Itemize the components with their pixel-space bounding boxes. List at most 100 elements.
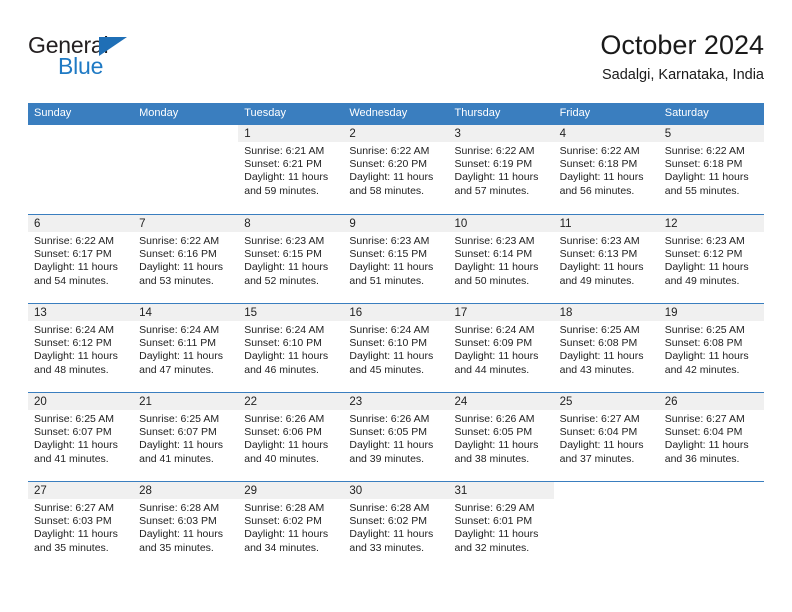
daylight-text-line2: and 49 minutes. [559,274,635,287]
sunrise-text: Sunrise: 6:27 AM [34,502,114,514]
sunset-text: Sunset: 6:10 PM [349,337,428,350]
calendar-day-cell[interactable]: 16 Sunrise: 6:24 AM Sunset: 6:10 PM Dayligh… [343,304,449,392]
calendar-day-cell[interactable]: 26 Sunrise: 6:27 AM Sunset: 6:04 PM Dayligh… [658,393,764,481]
calendar-week-row: 13 Sunrise: 6:24 AM Sunset: 6:12 PM Dayligh… [28,303,764,392]
daylight-text-line1: Daylight: 11 hours [559,439,644,452]
calendar-day-cell[interactable]: 21 Sunrise: 6:25 AM Sunset: 6:07 PM Dayligh… [133,393,239,481]
calendar-day-cell[interactable]: 10 Sunrise: 6:23 AM Sunset: 6:14 PM Dayligh… [448,215,554,303]
daylight-text-line2: and 53 minutes. [139,274,214,287]
weekday-header-monday: Monday [139,107,179,119]
calendar-day-cell[interactable]: 29 Sunrise: 6:28 AM Sunset: 6:02 PM Dayligh… [238,482,344,570]
day-details: Sunrise: 6:24 AM Sunset: 6:12 PM Daylight:… [28,321,133,377]
sunset-text: Sunset: 6:09 PM [454,337,533,350]
day-number: 9 [343,215,449,232]
daylight-text-line2: and 52 minutes. [244,274,319,287]
calendar-day-cell[interactable]: 5 Sunrise: 6:22 AM Sunset: 6:18 PM Daylight… [658,125,764,214]
daylight-text-line2: and 58 minutes. [349,184,425,197]
day-number [658,482,764,499]
calendar-day-cell[interactable]: 27 Sunrise: 6:27 AM Sunset: 6:03 PM Dayligh… [28,482,134,570]
calendar-day-cell[interactable]: 23 Sunrise: 6:26 AM Sunset: 6:05 PM Dayligh… [343,393,449,481]
sunrise-text: Sunrise: 6:23 AM [349,235,430,247]
calendar-day-cell[interactable]: 8 Sunrise: 6:23 AM Sunset: 6:15 PM Daylight… [238,215,344,303]
daylight-text-line1: Daylight: 11 hours [139,528,223,541]
sunset-text: Sunset: 6:17 PM [34,248,112,261]
day-number: 24 [448,393,554,410]
day-details: Sunrise: 6:23 AM Sunset: 6:14 PM Daylight:… [449,232,554,288]
title-block: October 2024 Sadalgi, Karnataka, India [600,28,764,85]
calendar-day-cell[interactable]: 31 Sunrise: 6:29 AM Sunset: 6:01 PM Dayligh… [448,482,554,570]
calendar-day-cell[interactable]: 9 Sunrise: 6:23 AM Sunset: 6:15 PM Daylight… [343,215,449,303]
day-details: Sunrise: 6:23 AM Sunset: 6:13 PM Daylight:… [554,232,659,288]
calendar-day-cell[interactable]: 3 Sunrise: 6:22 AM Sunset: 6:19 PM Daylight… [448,125,554,214]
daylight-text-line2: and 37 minutes. [559,452,635,465]
calendar-day-cell[interactable]: 1 Sunrise: 6:21 AM Sunset: 6:21 PM Daylight… [238,125,344,214]
sunrise-text: Sunrise: 6:22 AM [559,145,640,157]
calendar-day-cell[interactable]: 17 Sunrise: 6:24 AM Sunset: 6:09 PM Dayligh… [448,304,554,392]
daylight-text-line2: and 49 minutes. [664,274,740,287]
calendar-day-cell[interactable]: 19 Sunrise: 6:25 AM Sunset: 6:08 PM Dayligh… [658,304,764,392]
calendar-day-cell[interactable]: 22 Sunrise: 6:26 AM Sunset: 6:06 PM Dayligh… [238,393,344,481]
calendar-week-row: 1 Sunrise: 6:21 AM Sunset: 6:21 PM Daylight… [28,125,764,214]
sunrise-text: Sunrise: 6:22 AM [34,235,114,247]
weekday-header-friday: Friday [559,107,591,119]
day-details: Sunrise: 6:26 AM Sunset: 6:06 PM Daylight:… [238,410,343,466]
calendar-day-cell[interactable]: 24 Sunrise: 6:26 AM Sunset: 6:05 PM Dayligh… [448,393,554,481]
calendar-day-cell[interactable]: 6 Sunrise: 6:22 AM Sunset: 6:17 PM Daylight… [28,215,134,303]
day-details: Sunrise: 6:22 AM Sunset: 6:18 PM Daylight:… [659,142,764,198]
calendar-day-cell[interactable]: 20 Sunrise: 6:25 AM Sunset: 6:07 PM Dayligh… [28,393,134,481]
sunset-text: Sunset: 6:06 PM [244,426,322,439]
sunrise-text: Sunrise: 6:27 AM [664,413,745,425]
sunset-text: Sunset: 6:13 PM [559,248,638,261]
daylight-text-line2: and 47 minutes. [139,363,214,376]
day-number: 1 [238,125,344,142]
sunrise-text: Sunrise: 6:24 AM [349,324,430,336]
calendar-day-cell[interactable]: 12 Sunrise: 6:23 AM Sunset: 6:12 PM Dayligh… [658,215,764,303]
daylight-text-line2: and 45 minutes. [349,363,425,376]
daylight-text-line2: and 59 minutes. [244,184,319,197]
daylight-text-line1: Daylight: 11 hours [244,261,329,274]
calendar-day-cell[interactable]: 13 Sunrise: 6:24 AM Sunset: 6:12 PM Dayligh… [28,304,134,392]
weekday-header-tuesday: Tuesday [244,107,287,119]
calendar-day-cell[interactable]: 28 Sunrise: 6:28 AM Sunset: 6:03 PM Dayligh… [133,482,239,570]
calendar-day-cell-empty [133,125,239,214]
day-number: 4 [553,125,659,142]
weekday-header-sunday: Sunday [34,107,72,119]
day-number [28,125,134,142]
daylight-text-line1: Daylight: 11 hours [664,171,749,184]
sunset-text: Sunset: 6:05 PM [454,426,533,439]
sunrise-text: Sunrise: 6:25 AM [139,413,220,425]
daylight-text-line1: Daylight: 11 hours [139,261,223,274]
sunrise-text: Sunrise: 6:25 AM [559,324,640,336]
calendar-day-cell[interactable]: 30 Sunrise: 6:28 AM Sunset: 6:02 PM Dayligh… [343,482,449,570]
sunrise-text: Sunrise: 6:22 AM [454,145,535,157]
sunrise-text: Sunrise: 6:24 AM [244,324,325,336]
calendar-day-cell[interactable]: 7 Sunrise: 6:22 AM Sunset: 6:16 PM Daylight… [133,215,239,303]
day-number: 19 [658,304,764,321]
daylight-text-line1: Daylight: 11 hours [664,439,749,452]
calendar-day-cell[interactable]: 4 Sunrise: 6:22 AM Sunset: 6:18 PM Daylight… [553,125,659,214]
day-details: Sunrise: 6:28 AM Sunset: 6:02 PM Daylight:… [238,499,343,555]
calendar-day-cell[interactable]: 18 Sunrise: 6:25 AM Sunset: 6:08 PM Dayligh… [553,304,659,392]
daylight-text-line1: Daylight: 11 hours [244,350,329,363]
sunrise-text: Sunrise: 6:22 AM [139,235,220,247]
day-number: 27 [28,482,134,499]
calendar-day-cell[interactable]: 25 Sunrise: 6:27 AM Sunset: 6:04 PM Dayligh… [553,393,659,481]
calendar-day-cell[interactable]: 14 Sunrise: 6:24 AM Sunset: 6:11 PM Dayligh… [133,304,239,392]
sunset-text: Sunset: 6:12 PM [664,248,743,261]
sunrise-text: Sunrise: 6:25 AM [664,324,745,336]
daylight-text-line2: and 48 minutes. [34,363,109,376]
day-number: 8 [238,215,344,232]
general-blue-logo[interactable]: General Blue [28,34,158,84]
daylight-text-line1: Daylight: 11 hours [664,350,749,363]
day-number [553,482,659,499]
day-number: 13 [28,304,134,321]
calendar-week-row: 27 Sunrise: 6:27 AM Sunset: 6:03 PM Dayligh… [28,481,764,570]
weekday-header-saturday: Saturday [664,107,709,119]
sunrise-text: Sunrise: 6:29 AM [454,502,535,514]
triangle-icon [99,37,127,56]
daylight-text-line1: Daylight: 11 hours [454,528,539,541]
calendar-day-cell[interactable]: 11 Sunrise: 6:23 AM Sunset: 6:13 PM Dayligh… [553,215,659,303]
sunrise-text: Sunrise: 6:26 AM [244,413,325,425]
calendar-day-cell[interactable]: 15 Sunrise: 6:24 AM Sunset: 6:10 PM Dayligh… [238,304,344,392]
calendar-day-cell[interactable]: 2 Sunrise: 6:22 AM Sunset: 6:20 PM Daylight… [343,125,449,214]
